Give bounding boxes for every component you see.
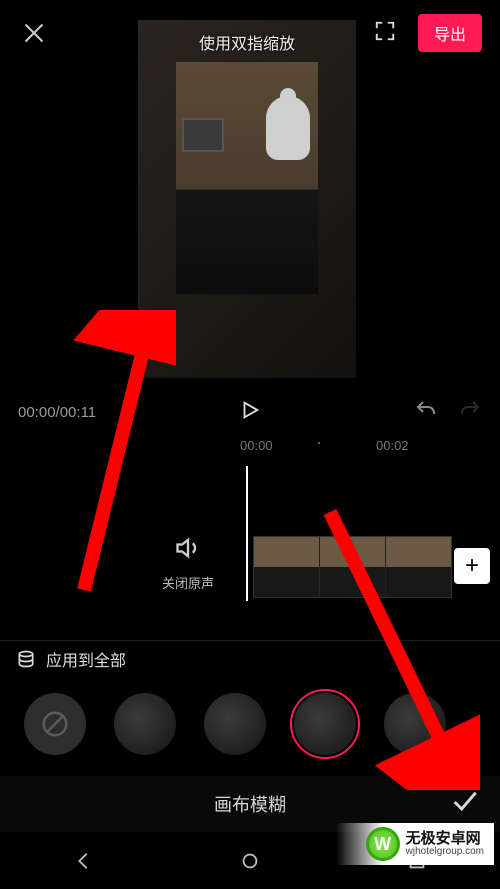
- timeline-ruler[interactable]: 00:00 00:02: [0, 438, 500, 462]
- tv-prop: [182, 118, 224, 152]
- total-time: 00:11: [60, 404, 96, 421]
- inner-video-frame: [176, 62, 318, 294]
- clip-strip[interactable]: [253, 536, 452, 598]
- blur-option-none[interactable]: [24, 693, 86, 755]
- pinch-hint-label: 使用双指缩放: [138, 30, 356, 54]
- playbar: 00:00/00:11: [0, 388, 500, 436]
- play-button[interactable]: [239, 399, 261, 425]
- none-icon: [40, 709, 70, 739]
- bear-prop: [266, 96, 310, 160]
- nav-back-button[interactable]: [72, 850, 94, 877]
- current-time: 00:00: [18, 404, 56, 421]
- nav-home-button[interactable]: [239, 850, 261, 877]
- mute-label: 关闭原声: [162, 573, 214, 592]
- system-navbar: [0, 837, 500, 889]
- blur-option-1[interactable]: [114, 693, 176, 755]
- apply-to-all-label: 应用到全部: [46, 647, 126, 671]
- plus-icon: +: [465, 552, 479, 580]
- panel-title: 画布模糊: [214, 791, 286, 817]
- confirm-button[interactable]: [450, 788, 478, 821]
- ruler-dot: [318, 442, 320, 444]
- clip-frame: [319, 537, 385, 597]
- blur-option-2[interactable]: [204, 693, 266, 755]
- add-clip-button[interactable]: +: [454, 548, 490, 584]
- clip-frame: [385, 537, 451, 597]
- redo-button[interactable]: [458, 398, 482, 426]
- fullscreen-icon[interactable]: [374, 20, 396, 47]
- blur-options-row: [0, 682, 500, 766]
- mute-original-button[interactable]: 关闭原声: [162, 534, 214, 592]
- close-icon[interactable]: [18, 21, 42, 45]
- export-button[interactable]: 导出: [418, 14, 482, 52]
- stack-icon: [16, 649, 36, 669]
- undo-button[interactable]: [414, 398, 438, 426]
- panel-footer: 画布模糊: [0, 776, 500, 832]
- speaker-icon: [174, 534, 202, 562]
- ruler-tick: 00:00: [240, 438, 273, 453]
- blur-option-4[interactable]: [384, 693, 446, 755]
- nav-recents-button[interactable]: [406, 850, 428, 877]
- apply-to-all-button[interactable]: 应用到全部: [0, 640, 500, 676]
- check-icon: [450, 788, 478, 816]
- playhead[interactable]: [246, 466, 248, 601]
- blur-option-3[interactable]: [294, 693, 356, 755]
- video-preview[interactable]: 使用双指缩放: [138, 20, 356, 378]
- time-readout: 00:00/00:11: [18, 404, 96, 421]
- ruler-tick: 00:02: [376, 438, 409, 453]
- clip-frame: [254, 537, 319, 597]
